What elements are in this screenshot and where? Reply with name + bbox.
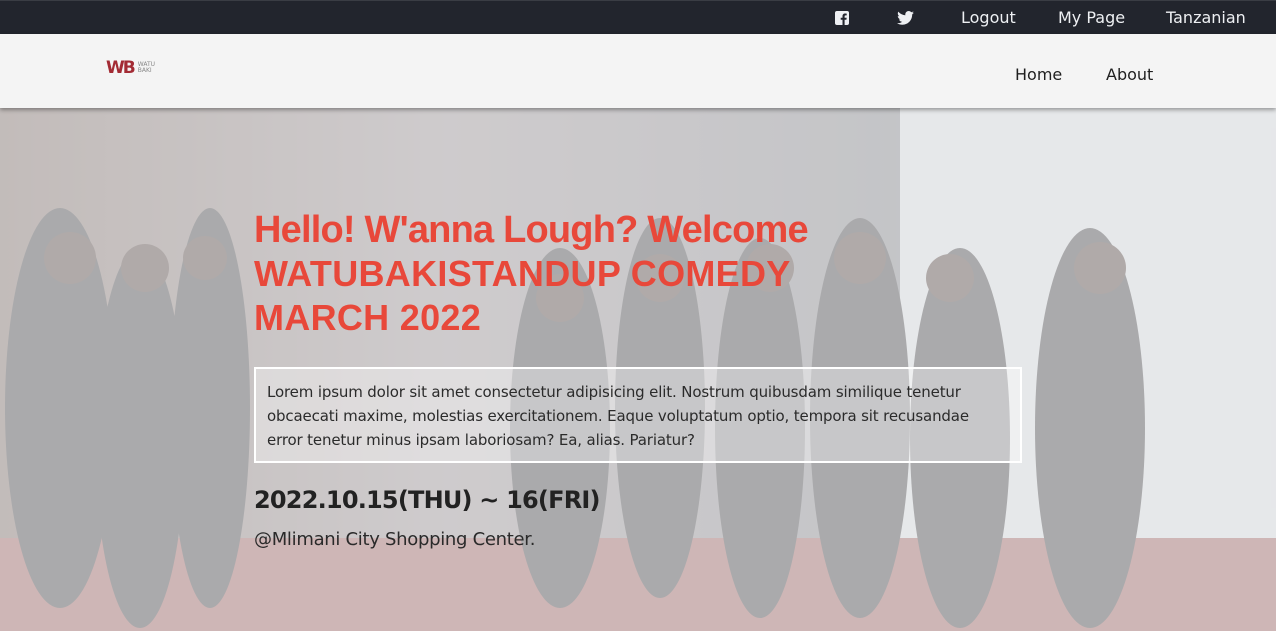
logo-mark: WB xyxy=(106,58,136,78)
logo-tagline: WATU BAKI xyxy=(137,61,156,74)
event-description: Lorem ipsum dolor sit amet consectetur a… xyxy=(254,367,1022,463)
nav-about[interactable]: About xyxy=(1106,34,1153,108)
language-selector[interactable]: Tanzanian xyxy=(1166,1,1246,35)
my-page-link[interactable]: My Page xyxy=(1058,1,1125,35)
twitter-icon[interactable] xyxy=(896,1,914,35)
hero-title: Hello! W'anna Lough? Welcome WATUBAKISTA… xyxy=(254,208,1034,340)
hero-title-line-3: MARCH 2022 xyxy=(254,297,482,338)
hero-content: Hello! W'anna Lough? Welcome WATUBAKISTA… xyxy=(254,208,1034,550)
event-date: 2022.10.15(THU) ~ 16(FRI) xyxy=(254,486,600,514)
facebook-icon[interactable] xyxy=(834,1,850,35)
site-logo[interactable]: WB WATU BAKI xyxy=(106,58,168,78)
main-navbar: WB WATU BAKI Home About xyxy=(0,34,1276,108)
nav-home[interactable]: Home xyxy=(1015,34,1062,108)
logout-link[interactable]: Logout xyxy=(961,1,1016,35)
hero-title-line-1: Hello! W'anna Lough? Welcome xyxy=(254,209,809,251)
hero-title-line-2: WATUBAKISTANDUP COMEDY xyxy=(254,253,791,294)
hero-section: Hello! W'anna Lough? Welcome WATUBAKISTA… xyxy=(0,108,1276,631)
top-utility-bar: Logout My Page Tanzanian xyxy=(0,0,1276,34)
event-venue: @Mlimani City Shopping Center. xyxy=(254,529,536,550)
